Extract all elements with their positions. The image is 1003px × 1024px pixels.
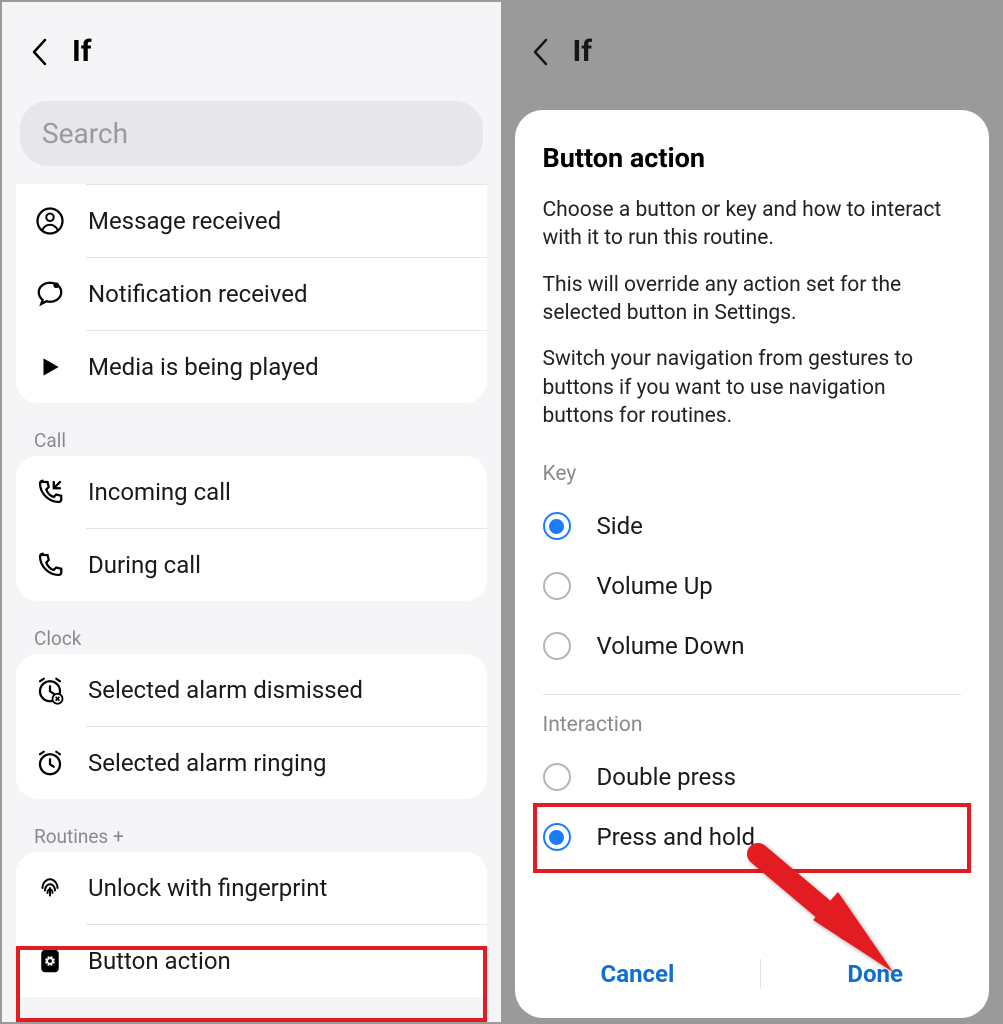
list-item-label: Notification received bbox=[88, 280, 308, 308]
list-item-label: During call bbox=[88, 551, 201, 579]
list-item-button-action[interactable]: Button action bbox=[16, 925, 487, 997]
list-item-label: Message received bbox=[88, 207, 281, 235]
incoming-call-icon bbox=[34, 476, 66, 508]
list-card-top: Message received Notification received M… bbox=[16, 184, 487, 403]
fingerprint-icon bbox=[34, 872, 66, 904]
radio-icon bbox=[543, 823, 571, 851]
page-title: If bbox=[72, 34, 92, 69]
radio-volume-up[interactable]: Volume Up bbox=[543, 556, 962, 616]
header: If bbox=[503, 2, 1002, 93]
divider bbox=[543, 694, 962, 695]
button-action-modal: Button action Choose a button or key and… bbox=[515, 110, 990, 1018]
done-button[interactable]: Done bbox=[817, 952, 933, 996]
radio-icon bbox=[543, 632, 571, 660]
phone-icon bbox=[34, 549, 66, 581]
list-item-label: Incoming call bbox=[88, 478, 231, 506]
list-item-label: Selected alarm ringing bbox=[88, 749, 327, 777]
alarm-dismissed-icon bbox=[34, 674, 66, 706]
message-user-icon bbox=[34, 205, 66, 237]
key-radio-group: Side Volume Up Volume Down bbox=[543, 496, 962, 676]
section-header-call: Call bbox=[2, 415, 501, 456]
interaction-section-label: Interaction bbox=[543, 713, 962, 737]
search-input[interactable]: Search bbox=[20, 101, 483, 166]
left-screen: If Search Message received Notification … bbox=[2, 2, 501, 1022]
list-item-unlock-fingerprint[interactable]: Unlock with fingerprint bbox=[16, 852, 487, 924]
alarm-ringing-icon bbox=[34, 747, 66, 779]
list-card-routines: Unlock with fingerprint Button action bbox=[16, 852, 487, 997]
list-item-media-playing[interactable]: Media is being played bbox=[16, 331, 487, 403]
section-header-routines: Routines + bbox=[2, 811, 501, 852]
list-item-label: Selected alarm dismissed bbox=[88, 676, 363, 704]
key-section-label: Key bbox=[543, 462, 962, 486]
modal-desc-1: Choose a button or key and how to intera… bbox=[543, 196, 962, 253]
cancel-button[interactable]: Cancel bbox=[571, 952, 705, 996]
back-icon[interactable] bbox=[527, 38, 555, 66]
list-item-label: Media is being played bbox=[88, 353, 319, 381]
modal-desc-3: Switch your navigation from gestures to … bbox=[543, 345, 962, 430]
list-card-call: Incoming call During call bbox=[16, 456, 487, 601]
radio-icon bbox=[543, 572, 571, 600]
list-item-label: Unlock with fingerprint bbox=[88, 874, 327, 902]
list-item-alarm-dismissed[interactable]: Selected alarm dismissed bbox=[16, 654, 487, 726]
chat-bubble-icon bbox=[34, 278, 66, 310]
search-placeholder: Search bbox=[42, 117, 128, 150]
interaction-radio-group: Double press Press and hold bbox=[543, 747, 962, 867]
radio-icon bbox=[543, 763, 571, 791]
radio-label: Side bbox=[597, 512, 643, 540]
list-card-clock: Selected alarm dismissed Selected alarm … bbox=[16, 654, 487, 799]
section-header-clock: Clock bbox=[2, 613, 501, 654]
radio-side[interactable]: Side bbox=[543, 496, 962, 556]
divider bbox=[760, 959, 761, 989]
list-item-label: Button action bbox=[88, 947, 231, 975]
right-screen: If Button action Choose a button or key … bbox=[503, 2, 1002, 1022]
list-item-during-call[interactable]: During call bbox=[16, 529, 487, 601]
radio-double-press[interactable]: Double press bbox=[543, 747, 962, 807]
radio-label: Volume Down bbox=[597, 632, 745, 660]
play-icon bbox=[34, 351, 66, 383]
radio-icon bbox=[543, 512, 571, 540]
list-item-message-received[interactable]: Message received bbox=[16, 185, 487, 257]
radio-volume-down[interactable]: Volume Down bbox=[543, 616, 962, 676]
modal-title: Button action bbox=[543, 142, 962, 174]
radio-label: Double press bbox=[597, 763, 737, 791]
back-icon[interactable] bbox=[26, 38, 54, 66]
modal-desc-2: This will override any action set for th… bbox=[543, 271, 962, 328]
radio-label: Press and hold bbox=[597, 823, 756, 851]
header: If bbox=[2, 2, 501, 93]
list-item-alarm-ringing[interactable]: Selected alarm ringing bbox=[16, 727, 487, 799]
modal-actions: Cancel Done bbox=[543, 934, 962, 1006]
list-item-notification-received[interactable]: Notification received bbox=[16, 258, 487, 330]
button-gear-icon bbox=[34, 945, 66, 977]
list-item-incoming-call[interactable]: Incoming call bbox=[16, 456, 487, 528]
radio-label: Volume Up bbox=[597, 572, 713, 600]
radio-press-and-hold[interactable]: Press and hold bbox=[543, 807, 962, 867]
page-title: If bbox=[573, 34, 593, 69]
